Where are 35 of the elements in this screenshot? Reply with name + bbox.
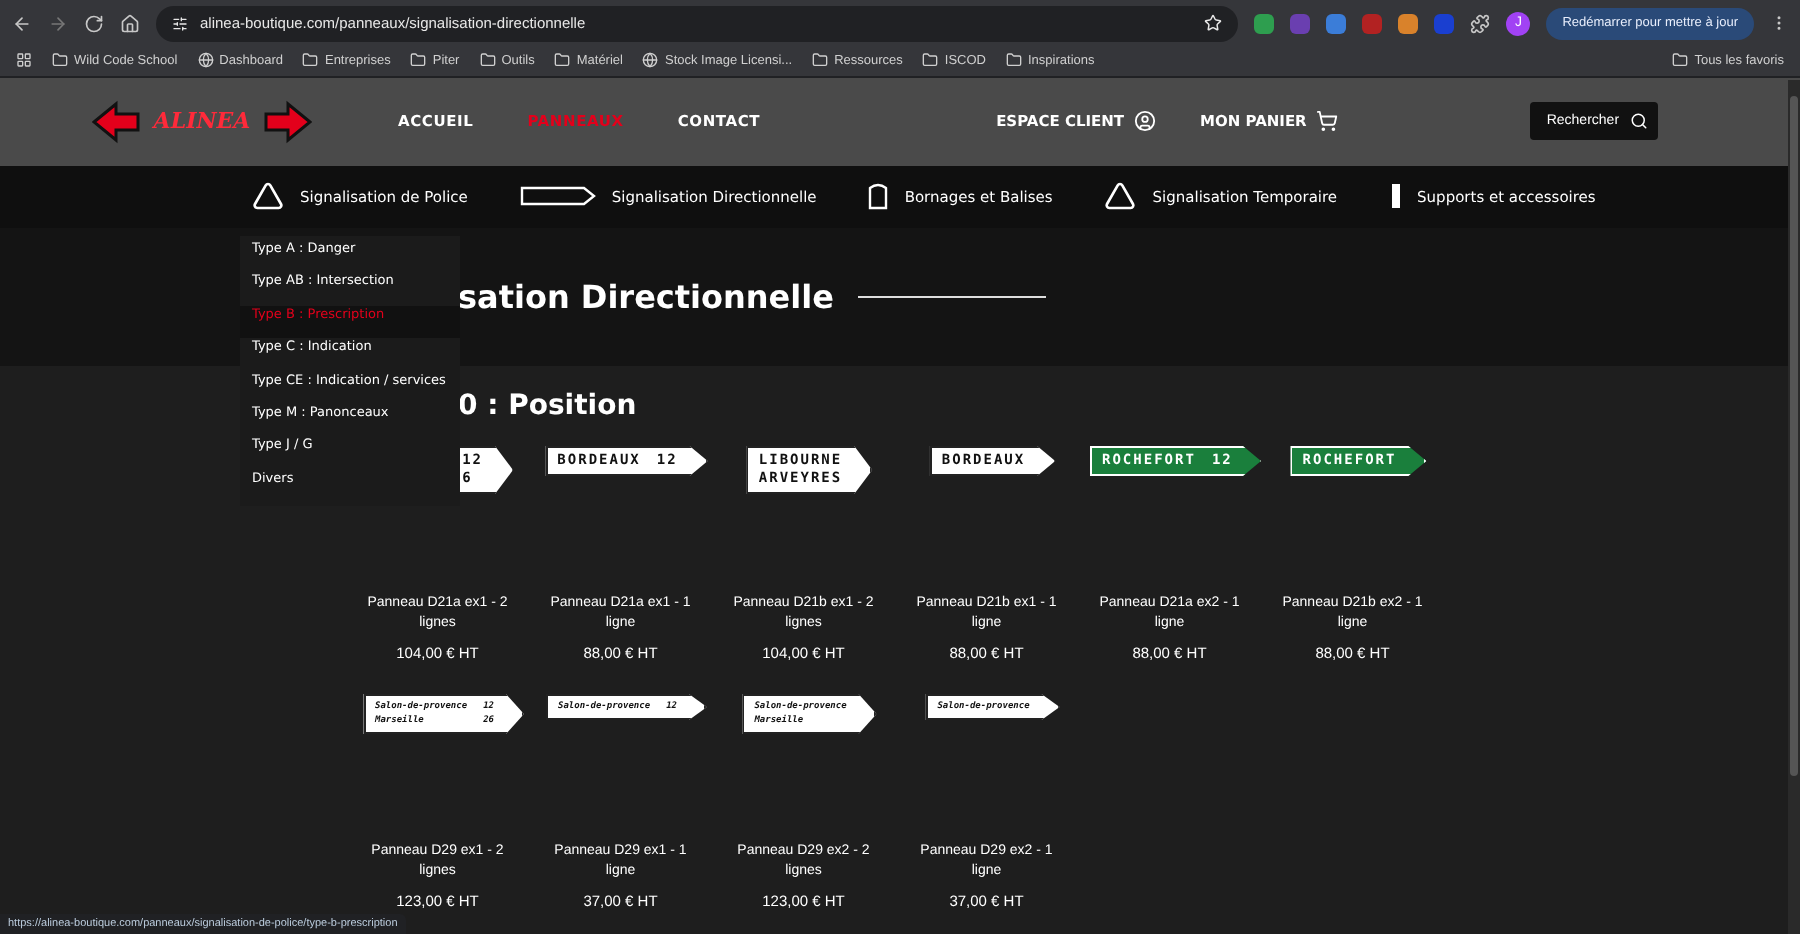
- folder-icon: [922, 52, 939, 69]
- home-icon[interactable]: [120, 13, 140, 34]
- user-icon: [1134, 110, 1157, 133]
- folder-icon: [52, 52, 68, 69]
- folder-icon: [1672, 52, 1689, 69]
- search-icon: [1630, 112, 1649, 131]
- extensions-icon[interactable]: [1470, 13, 1491, 34]
- scrollbar[interactable]: [1788, 80, 1800, 934]
- folder-icon: [410, 52, 427, 69]
- bollard-icon: [868, 182, 889, 211]
- folder-icon: [1006, 52, 1022, 69]
- bookmark-star-icon[interactable]: [1204, 14, 1223, 33]
- warning-sign-icon: [1104, 180, 1137, 213]
- folder-icon: [554, 52, 571, 69]
- reload-icon[interactable]: [84, 13, 104, 34]
- section-title: 0 : Position: [458, 389, 639, 422]
- post-icon: [1389, 182, 1402, 211]
- right-arrow-icon: [264, 99, 312, 144]
- folder-icon: [302, 52, 319, 69]
- triangle-sign-icon: [252, 180, 284, 213]
- cart-icon: [1316, 110, 1339, 133]
- folder-icon: [812, 52, 829, 69]
- extension-icon[interactable]: [1254, 13, 1275, 34]
- extension-icon[interactable]: [1398, 13, 1419, 34]
- apps-icon[interactable]: [16, 52, 32, 69]
- page-title: sation Directionnelle: [458, 277, 834, 316]
- extension-icon[interactable]: [1326, 13, 1347, 34]
- forward-icon[interactable]: [48, 13, 68, 34]
- back-icon[interactable]: [12, 13, 32, 34]
- globe-icon: [197, 52, 214, 69]
- arrow-sign-icon: [519, 186, 596, 207]
- globe-icon: [642, 52, 659, 69]
- site-settings-icon[interactable]: [172, 15, 188, 32]
- left-arrow-icon: [92, 99, 140, 144]
- folder-icon: [479, 52, 496, 69]
